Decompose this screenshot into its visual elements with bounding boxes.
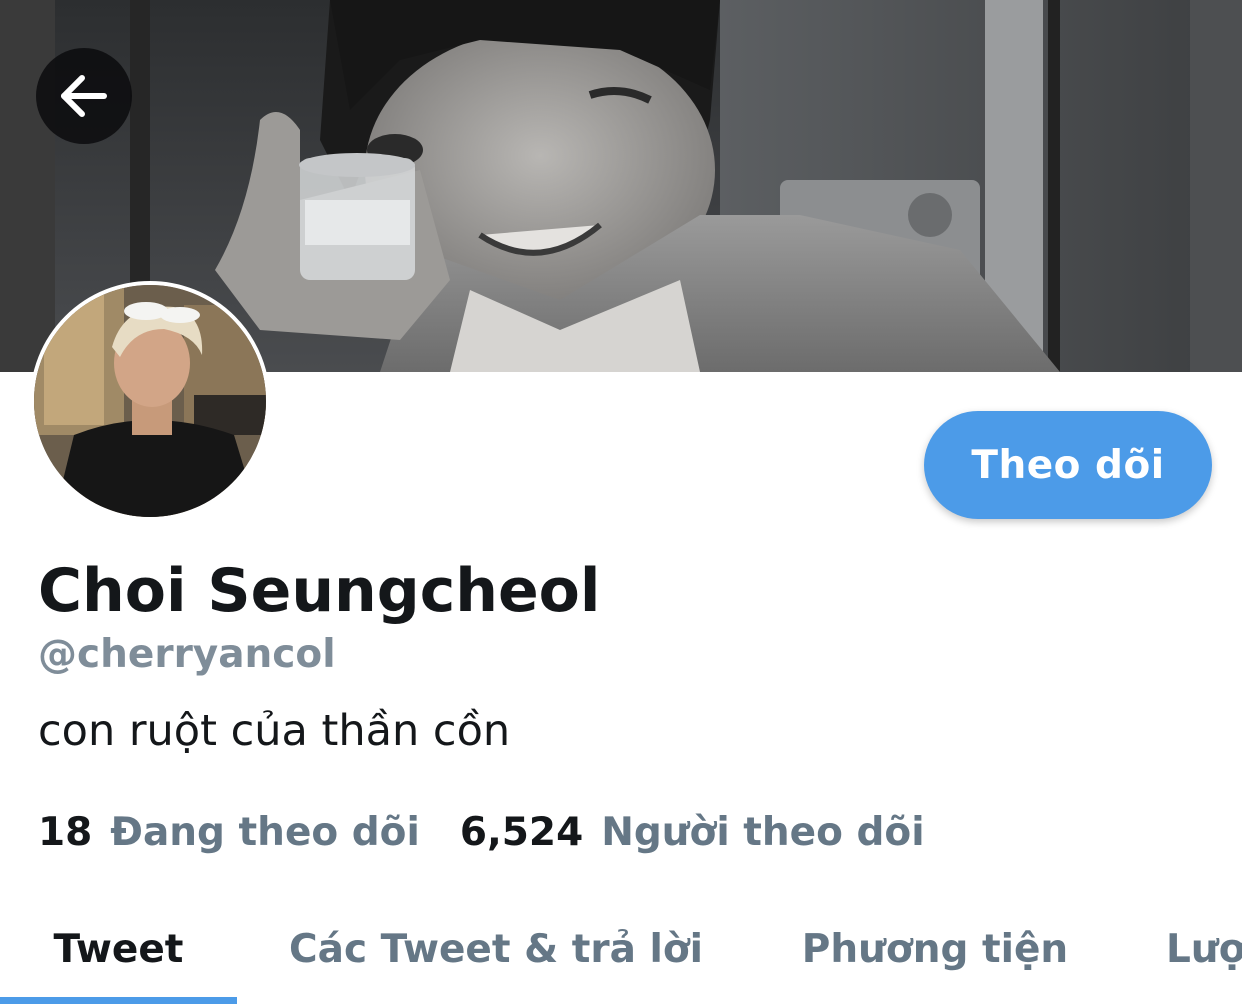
followers-label: Người theo dõi (601, 810, 925, 855)
profile-page: Theo dõi Choi Seungcheol @cherryancol co… (0, 0, 1242, 1008)
avatar-photo (34, 285, 266, 517)
profile-tabs: Tweet Các Tweet & trả lời Phương tiện Lư… (0, 890, 1242, 1008)
back-button[interactable] (36, 48, 132, 144)
arrow-left-icon (61, 75, 107, 117)
followers-link[interactable]: 6,524 Người theo dõi (460, 810, 925, 855)
follow-button[interactable]: Theo dõi (924, 411, 1212, 519)
tab-media[interactable]: Phương tiện (770, 890, 1100, 1008)
follow-stats: 18 Đang theo dõi 6,524 Người theo dõi (38, 810, 925, 860)
following-count: 18 (38, 810, 93, 855)
display-name: Choi Seungcheol (38, 556, 601, 626)
tab-likes[interactable]: Lượt thích (1166, 890, 1242, 1008)
avatar[interactable] (30, 281, 270, 521)
tab-tweets[interactable]: Tweet (0, 890, 237, 1008)
active-tab-indicator (0, 997, 237, 1004)
profile-bio: con ruột của thần cồn (38, 706, 511, 756)
following-label: Đang theo dõi (110, 810, 420, 855)
following-link[interactable]: 18 Đang theo dõi (38, 810, 420, 855)
tab-tweets-and-replies[interactable]: Các Tweet & trả lời (256, 890, 736, 1008)
username-handle: @cherryancol (38, 632, 336, 677)
followers-count: 6,524 (459, 810, 584, 855)
